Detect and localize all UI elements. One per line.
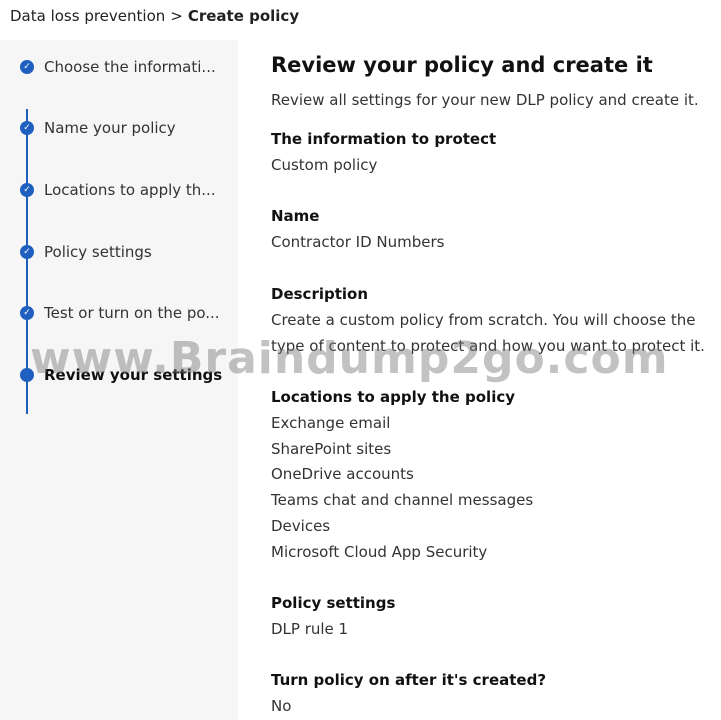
step-policy-settings[interactable]: ✓ Policy settings [20, 241, 152, 263]
step-label: Policy settings [44, 243, 152, 261]
name-value: Contractor ID Numbers [271, 233, 445, 251]
location-item: Devices [271, 517, 331, 535]
settings-heading: Policy settings [271, 594, 396, 612]
location-item: Teams chat and channel messages [271, 491, 534, 509]
step-label: Locations to apply th... [44, 181, 216, 199]
step-complete-icon: ✓ [20, 60, 34, 74]
description-line-2: type of content to protect and how you w… [271, 337, 705, 355]
step-locations[interactable]: ✓ Locations to apply th... [20, 179, 216, 201]
location-item: Exchange email [271, 414, 391, 432]
review-panel: Review your policy and create it Review … [238, 40, 721, 720]
location-item: OneDrive accounts [271, 465, 414, 483]
step-name-policy[interactable]: ✓ Name your policy [20, 117, 176, 139]
step-review-settings[interactable]: Review your settings [20, 364, 222, 386]
step-complete-icon: ✓ [20, 245, 34, 259]
step-choose-information[interactable]: ✓ Choose the informati... [20, 56, 216, 78]
step-label: Choose the informati... [44, 58, 216, 76]
location-item: Microsoft Cloud App Security [271, 543, 488, 561]
location-item: SharePoint sites [271, 440, 392, 458]
step-label: Review your settings [44, 366, 223, 384]
description-line-1: Create a custom policy from scratch. You… [271, 311, 696, 329]
name-heading: Name [271, 207, 320, 225]
breadcrumb-current: Create policy [187, 7, 300, 25]
info-heading: The information to protect [271, 130, 497, 148]
breadcrumb-parent-link[interactable]: Data loss prevention [10, 7, 165, 25]
breadcrumb: Data loss prevention > Create policy [10, 7, 299, 25]
step-label: Name your policy [44, 119, 176, 137]
intro-text: Review all settings for your new DLP pol… [271, 91, 699, 109]
description-heading: Description [271, 285, 369, 303]
turn-on-value: No [271, 697, 292, 715]
page-title: Review your policy and create it [271, 53, 653, 77]
turn-on-heading: Turn policy on after it's created? [271, 671, 547, 689]
step-complete-icon: ✓ [20, 183, 34, 197]
step-complete-icon: ✓ [20, 121, 34, 135]
step-current-icon [20, 368, 34, 382]
step-label: Test or turn on the po... [44, 304, 220, 322]
step-complete-icon: ✓ [20, 306, 34, 320]
settings-value: DLP rule 1 [271, 620, 349, 638]
step-test-or-turn-on[interactable]: ✓ Test or turn on the po... [20, 302, 220, 324]
locations-heading: Locations to apply the policy [271, 388, 515, 406]
breadcrumb-separator: > [170, 7, 183, 25]
wizard-steps-sidebar: ✓ Choose the informati... ✓ Name your po… [0, 40, 238, 720]
info-value: Custom policy [271, 156, 378, 174]
